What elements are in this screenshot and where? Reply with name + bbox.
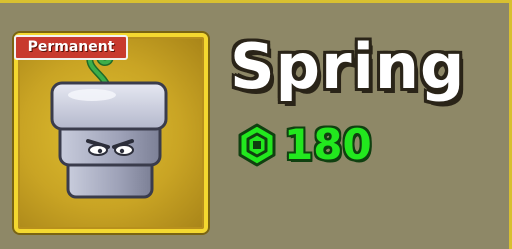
permanent-badge: Permanent (14, 35, 128, 60)
item-name: Spring (230, 30, 466, 103)
spring-fruit-icon (50, 45, 168, 199)
price-value: 180 (284, 120, 372, 169)
robux-icon (238, 123, 276, 167)
fruit-shop-entry: Permanent Spring 180 (0, 0, 512, 249)
price-tag: 180 (234, 117, 372, 173)
